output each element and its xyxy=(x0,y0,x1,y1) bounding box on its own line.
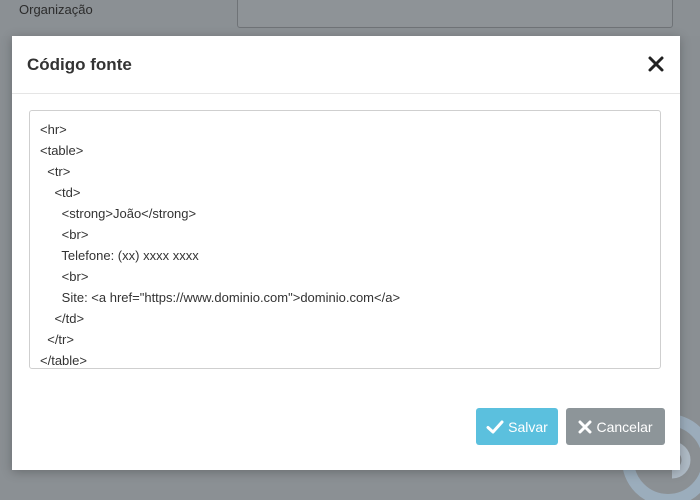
code-line: <br> xyxy=(40,227,89,242)
code-line: Telefone: (xx) xxxx xxxx xyxy=(40,248,199,263)
code-line: <td> xyxy=(40,185,81,200)
dialog-header: Código fonte xyxy=(12,36,680,94)
source-code-textarea[interactable]: <hr> <table> <tr> <td> <strong>João</stro… xyxy=(29,110,661,369)
background-input xyxy=(237,0,673,28)
code-line: <table> xyxy=(40,143,84,158)
code-line: <tr> xyxy=(40,164,71,179)
close-button[interactable] xyxy=(646,54,666,74)
dialog-title: Código fonte xyxy=(27,55,132,74)
code-line: <strong>João</strong> xyxy=(40,206,197,221)
code-line: <br> xyxy=(40,269,89,284)
code-line: <hr> xyxy=(40,122,67,137)
background-footer xyxy=(0,470,700,500)
code-line: Site: <a href="https://www.dominio.com">… xyxy=(40,290,401,305)
x-icon xyxy=(578,420,592,433)
cancel-button-label: Cancelar xyxy=(596,418,653,435)
page: Organização Código fonte <hr> <table> <tr… xyxy=(0,0,700,500)
code-line: </table> xyxy=(40,353,87,368)
close-icon xyxy=(648,56,664,72)
code-line: </td> xyxy=(40,311,85,326)
cancel-button[interactable]: Cancelar xyxy=(566,408,665,445)
code-line: </tr> xyxy=(40,332,74,347)
check-icon xyxy=(486,420,504,433)
save-button[interactable]: Salvar xyxy=(476,408,558,445)
background-field-label: Organização xyxy=(19,2,93,17)
save-button-label: Salvar xyxy=(508,418,548,435)
source-code-dialog: Código fonte <hr> <table> <tr> <td> <stro… xyxy=(12,36,680,470)
